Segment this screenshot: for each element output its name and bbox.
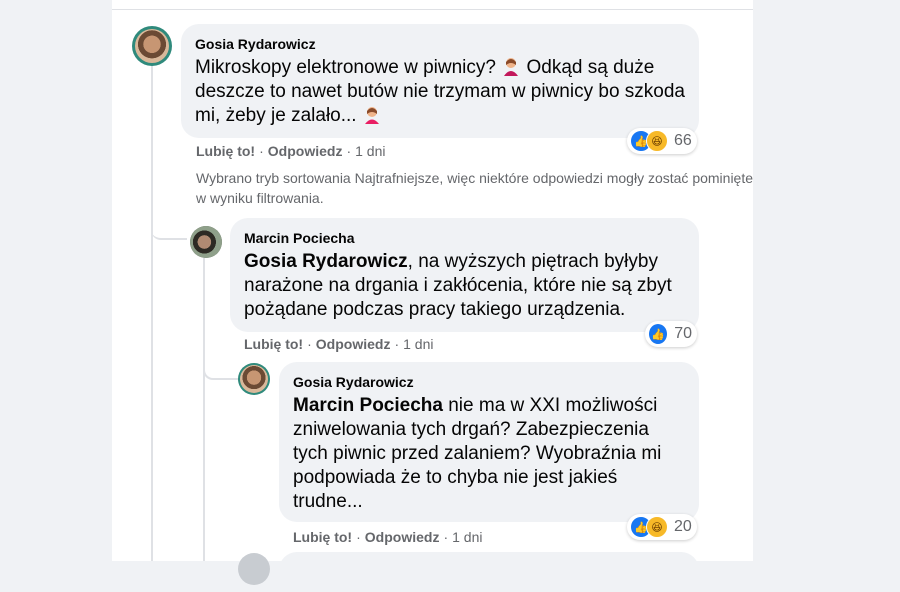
comment-bubble [279, 552, 699, 592]
reaction-count: 70 [674, 325, 692, 342]
person-facepalming-emoji-icon [364, 107, 379, 124]
reactions-summary[interactable]: 👍 😆 66 [627, 128, 697, 154]
haha-icon: 😆 [646, 130, 668, 152]
filter-notice: Wybrano tryb sortowania Najtrafniejsze, … [196, 170, 754, 206]
thread-elbow-reply-1 [151, 220, 187, 240]
reaction-count: 66 [674, 132, 692, 149]
comment-text: Mikroskopy elektronowe w piwnicy? Odkąd … [195, 57, 685, 126]
like-button[interactable]: Lubię to! [196, 143, 255, 159]
thread-line-reply-1 [203, 258, 205, 561]
avatar[interactable] [190, 226, 222, 258]
comment-text: Marcin Pociecha nie ma w XXI możliwości … [293, 395, 662, 512]
reaction-count: 20 [674, 518, 692, 535]
reply-button[interactable]: Odpowiedz [365, 529, 440, 545]
thread-elbow-reply-2 [203, 362, 239, 380]
like-icon: 👍 [648, 323, 669, 345]
comment-time[interactable]: 1 dni [355, 143, 385, 159]
comment-bubble: Gosia Rydarowicz Marcin Pociecha nie ma … [279, 362, 699, 522]
reply-button[interactable]: Odpowiedz [268, 143, 343, 159]
comment-author[interactable]: Gosia Rydarowicz [293, 374, 685, 390]
comment-actions: Lubię to! · Odpowiedz · 1 dni [293, 529, 483, 545]
like-button[interactable]: Lubię to! [244, 336, 303, 352]
comment-bubble: Gosia Rydarowicz Mikroskopy elektronowe … [181, 24, 699, 138]
comment-time[interactable]: 1 dni [403, 336, 433, 352]
like-button[interactable]: Lubię to! [293, 529, 352, 545]
comment-author[interactable]: Gosia Rydarowicz [195, 36, 685, 52]
thread-line-main [151, 66, 153, 561]
reactions-summary[interactable]: 👍 70 [645, 321, 697, 347]
comment-bubble: Marcin Pociecha Gosia Rydarowicz, na wyż… [230, 218, 699, 332]
comment-author[interactable]: Marcin Pociecha [244, 230, 685, 246]
reply-button[interactable]: Odpowiedz [316, 336, 391, 352]
mention-link[interactable]: Gosia Rydarowicz [244, 251, 408, 272]
reactions-summary[interactable]: 👍 😆 20 [627, 514, 697, 540]
comment-text: Gosia Rydarowicz, na wyższych piętrach b… [244, 251, 672, 320]
avatar[interactable] [238, 553, 270, 585]
mention-link[interactable]: Marcin Pociecha [293, 395, 443, 416]
comment-time[interactable]: 1 dni [452, 529, 482, 545]
comment-actions: Lubię to! · Odpowiedz · 1 dni [196, 143, 386, 159]
person-shrugging-emoji-icon [504, 58, 519, 76]
divider [112, 9, 753, 10]
haha-icon: 😆 [646, 516, 668, 538]
comment-actions: Lubię to! · Odpowiedz · 1 dni [244, 336, 434, 352]
avatar[interactable] [238, 363, 270, 395]
avatar[interactable] [132, 26, 172, 66]
